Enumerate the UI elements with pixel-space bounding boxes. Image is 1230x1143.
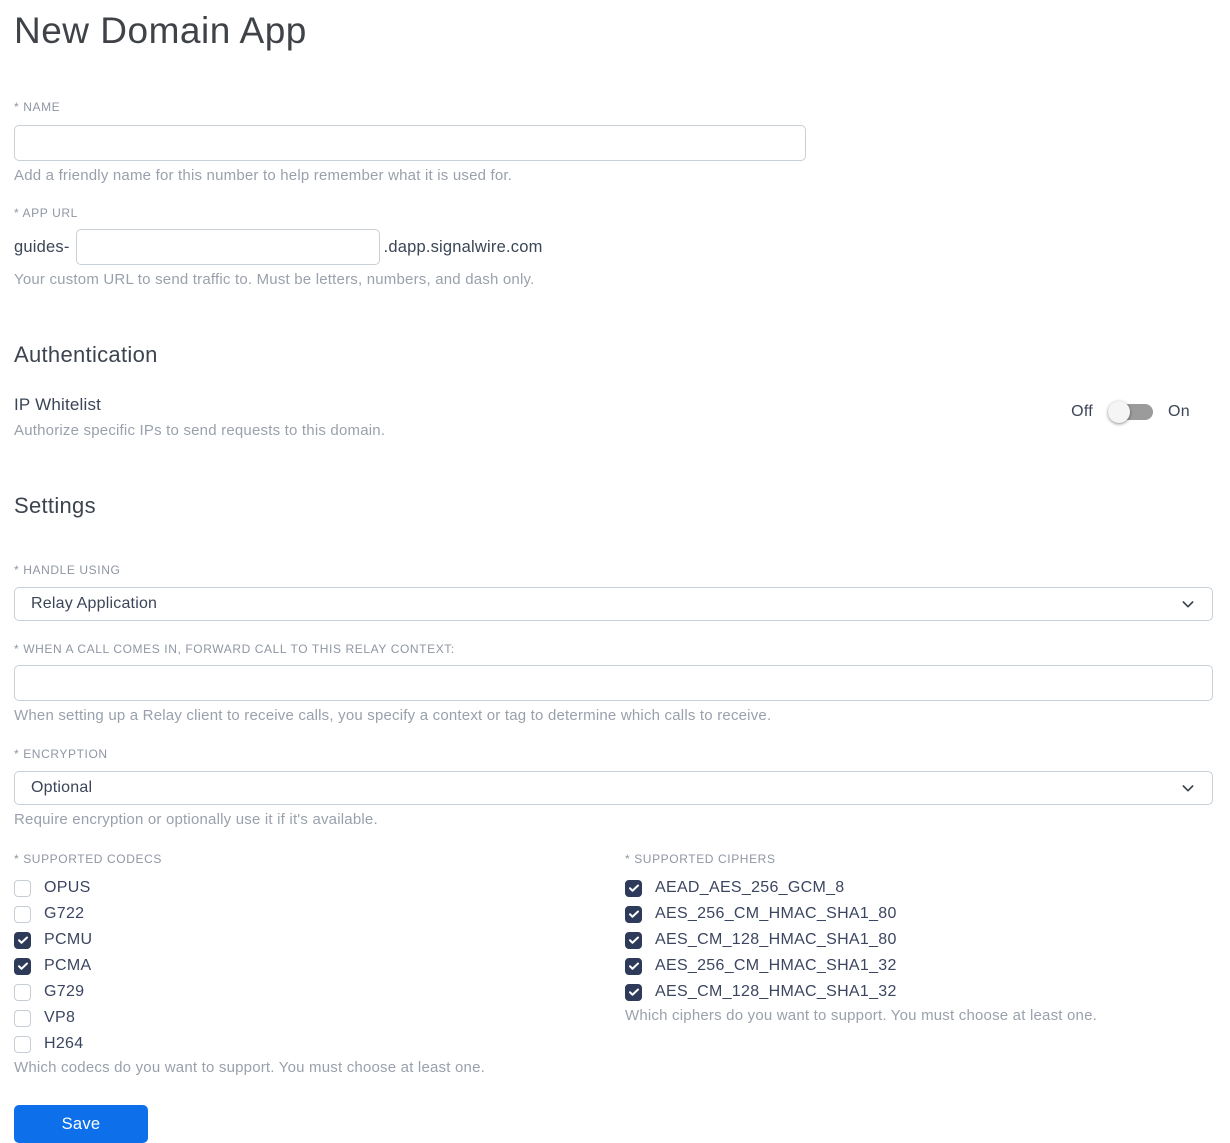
- checkbox-checked-icon[interactable]: [625, 957, 642, 975]
- checkbox-unchecked-icon[interactable]: [14, 905, 31, 923]
- app-url-row: guides- .dapp.signalwire.com: [14, 229, 1213, 265]
- new-domain-app-form: New Domain App * NAME Add a friendly nam…: [0, 0, 1230, 1143]
- codec-option-label: G729: [44, 983, 85, 1000]
- relay-context-helper-text: When setting up a Relay client to receiv…: [14, 707, 772, 724]
- cipher-option-aes_cm_128_hmac_sha1_80[interactable]: AES_CM_128_HMAC_SHA1_80: [625, 927, 1213, 953]
- name-field-group: * NAME Add a friendly name for this numb…: [14, 100, 1213, 184]
- checkbox-unchecked-icon[interactable]: [14, 1009, 31, 1027]
- handle-using-value: Relay Application: [31, 595, 158, 612]
- chevron-down-icon: [1180, 780, 1196, 796]
- encryption-group: * ENCRYPTION Optional Require encryption…: [14, 747, 1213, 828]
- handle-using-group: * HANDLE USING Relay Application: [14, 563, 1213, 621]
- toggle-on-label: On: [1168, 403, 1190, 420]
- checkbox-unchecked-icon[interactable]: [14, 983, 31, 1001]
- codec-option-pcmu[interactable]: PCMU: [14, 927, 625, 953]
- app-url-label: * APP URL: [14, 206, 78, 220]
- checkbox-checked-icon[interactable]: [625, 931, 642, 949]
- relay-context-label: * WHEN A CALL COMES IN, FORWARD CALL TO …: [14, 642, 455, 656]
- app-url-helper-text: Your custom URL to send traffic to. Must…: [14, 271, 535, 288]
- ip-whitelist-helper-text: Authorize specific IPs to send requests …: [14, 422, 386, 439]
- ip-whitelist-label: IP Whitelist: [14, 395, 102, 414]
- name-label: * NAME: [14, 100, 61, 114]
- codec-option-g729[interactable]: G729: [14, 979, 625, 1005]
- cipher-option-label: AEAD_AES_256_GCM_8: [655, 879, 845, 896]
- checkbox-checked-icon[interactable]: [625, 905, 642, 923]
- toggle-off-label: Off: [1071, 403, 1094, 420]
- cipher-option-label: AES_256_CM_HMAC_SHA1_80: [655, 905, 897, 922]
- codecs-helper-text: Which codecs do you want to support. You…: [14, 1059, 485, 1076]
- codec-option-label: PCMU: [44, 931, 93, 948]
- toggle-knob[interactable]: [1108, 401, 1131, 423]
- codec-option-label: PCMA: [44, 957, 92, 974]
- supported-ciphers-label: * SUPPORTED CIPHERS: [625, 852, 776, 866]
- checkbox-checked-icon[interactable]: [14, 957, 31, 975]
- codec-option-label: OPUS: [44, 879, 91, 896]
- encryption-helper-text: Require encryption or optionally use it …: [14, 811, 378, 828]
- name-helper-text: Add a friendly name for this number to h…: [14, 167, 513, 184]
- ip-whitelist-row: IP Whitelist Authorize specific IPs to s…: [14, 395, 1213, 439]
- checkbox-unchecked-icon[interactable]: [14, 1035, 31, 1053]
- ip-whitelist-toggle-block: Off On: [1071, 401, 1190, 423]
- cipher-option-aead_aes_256_gcm_8[interactable]: AEAD_AES_256_GCM_8: [625, 875, 1213, 901]
- codecs-ciphers-row: * SUPPORTED CODECS OPUS G722 PCMU PCMA G729 V…: [14, 852, 1213, 1143]
- codec-option-label: G722: [44, 905, 85, 922]
- ip-whitelist-text: IP Whitelist Authorize specific IPs to s…: [14, 395, 385, 439]
- handle-using-select[interactable]: Relay Application: [14, 587, 1213, 621]
- app-url-field-group: * APP URL guides- .dapp.signalwire.com Y…: [14, 206, 1213, 288]
- cipher-option-aes_256_cm_hmac_sha1_80[interactable]: AES_256_CM_HMAC_SHA1_80: [625, 901, 1213, 927]
- supported-codecs-label: * SUPPORTED CODECS: [14, 852, 162, 866]
- app-url-suffix: .dapp.signalwire.com: [383, 237, 543, 256]
- ip-whitelist-toggle[interactable]: [1108, 401, 1154, 423]
- codecs-checklist: OPUS G722 PCMU PCMA G729 VP8 H264: [14, 875, 625, 1057]
- cipher-option-aes_cm_128_hmac_sha1_32[interactable]: AES_CM_128_HMAC_SHA1_32: [625, 979, 1213, 1005]
- checkbox-checked-icon[interactable]: [625, 983, 642, 1001]
- authentication-heading: Authentication: [14, 342, 158, 367]
- app-url-input[interactable]: [75, 229, 380, 265]
- settings-heading: Settings: [14, 493, 96, 518]
- chevron-down-icon: [1180, 596, 1196, 612]
- codec-option-label: H264: [44, 1035, 84, 1052]
- name-input[interactable]: [14, 125, 806, 161]
- checkbox-checked-icon[interactable]: [14, 931, 31, 949]
- cipher-option-label: AES_CM_128_HMAC_SHA1_80: [655, 931, 897, 948]
- ciphers-helper-text: Which ciphers do you want to support. Yo…: [625, 1007, 1098, 1024]
- checkbox-unchecked-icon[interactable]: [14, 879, 31, 897]
- app-url-prefix: guides-: [14, 237, 70, 256]
- codec-option-g722[interactable]: G722: [14, 901, 625, 927]
- handle-using-label: * HANDLE USING: [14, 563, 121, 577]
- cipher-option-label: AES_CM_128_HMAC_SHA1_32: [655, 983, 897, 1000]
- codec-option-opus[interactable]: OPUS: [14, 875, 625, 901]
- checkbox-checked-icon[interactable]: [625, 879, 642, 897]
- cipher-option-label: AES_256_CM_HMAC_SHA1_32: [655, 957, 897, 974]
- ciphers-checklist: AEAD_AES_256_GCM_8 AES_256_CM_HMAC_SHA1_8…: [625, 875, 1213, 1005]
- codec-option-pcma[interactable]: PCMA: [14, 953, 625, 979]
- codec-option-vp8[interactable]: VP8: [14, 1005, 625, 1031]
- page-title: New Domain App: [14, 10, 307, 51]
- codec-option-h264[interactable]: H264: [14, 1031, 625, 1057]
- cipher-option-aes_256_cm_hmac_sha1_32[interactable]: AES_256_CM_HMAC_SHA1_32: [625, 953, 1213, 979]
- encryption-label: * ENCRYPTION: [14, 747, 108, 761]
- supported-ciphers-group: * SUPPORTED CIPHERS AEAD_AES_256_GCM_8 AE…: [625, 852, 1213, 1143]
- relay-context-group: * WHEN A CALL COMES IN, FORWARD CALL TO …: [14, 642, 1213, 724]
- supported-codecs-group: * SUPPORTED CODECS OPUS G722 PCMU PCMA G729 V…: [14, 852, 625, 1143]
- encryption-value: Optional: [31, 779, 93, 796]
- relay-context-input[interactable]: [14, 665, 1213, 701]
- codec-option-label: VP8: [44, 1009, 76, 1026]
- save-button[interactable]: Save: [14, 1105, 148, 1143]
- encryption-select[interactable]: Optional: [14, 771, 1213, 805]
